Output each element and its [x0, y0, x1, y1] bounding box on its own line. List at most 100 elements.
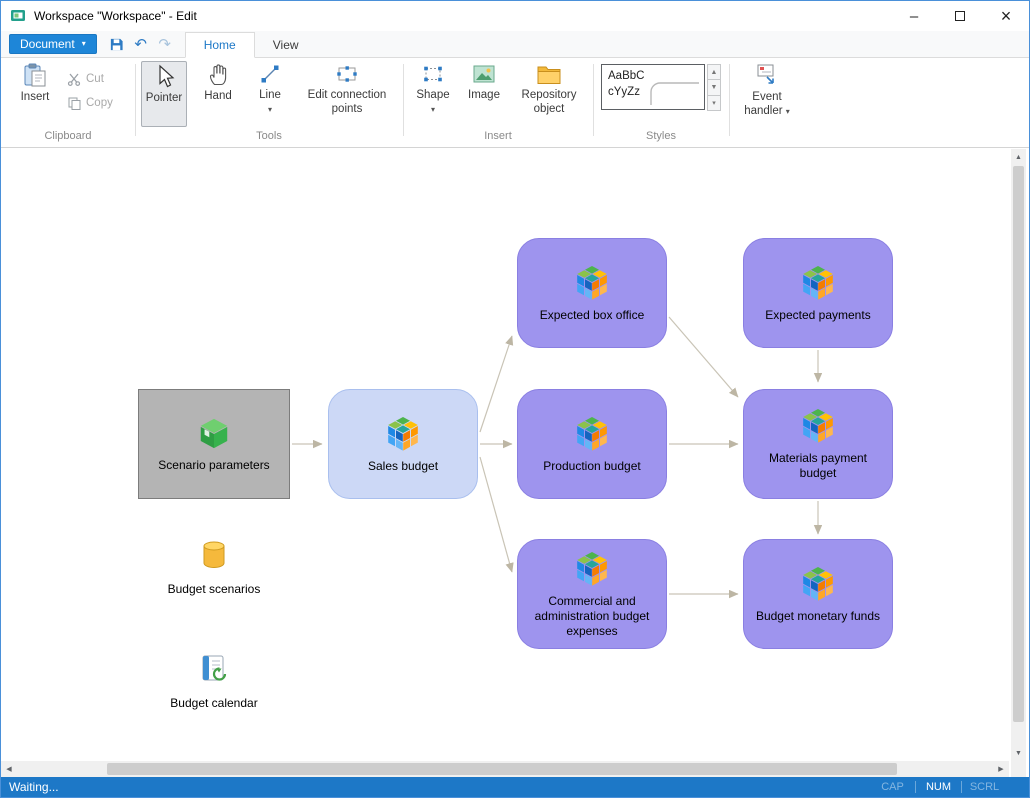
group-separator	[403, 64, 404, 136]
item-label: Budget scenarios	[168, 582, 261, 596]
group-separator	[593, 64, 594, 136]
group-label-clipboard: Clipboard	[1, 130, 135, 142]
title-bar: Workspace "Workspace" - Edit – ×	[1, 1, 1029, 31]
green-cube-icon	[197, 416, 231, 450]
node-label: Expected payments	[756, 308, 879, 323]
maximize-button[interactable]	[937, 1, 983, 31]
redo-button[interactable]: ↷	[155, 34, 175, 54]
maximize-icon	[955, 11, 965, 21]
item-label: Budget calendar	[170, 696, 257, 710]
hand-icon	[207, 62, 229, 87]
insert-paste-button[interactable]: Insert	[11, 62, 59, 126]
minimize-button[interactable]: –	[891, 1, 937, 31]
gallery-more-button[interactable]: ▾	[707, 95, 721, 111]
copy-icon	[67, 96, 81, 110]
node-label: Production budget	[534, 459, 649, 474]
app-icon	[10, 8, 26, 24]
scroll-left-button[interactable]: ◀	[1, 761, 17, 777]
group-label-tools: Tools	[135, 130, 403, 142]
tab-view[interactable]: View	[255, 32, 317, 58]
scrollbar-corner	[1011, 761, 1026, 777]
styles-gallery-spinner: ▲ ▼ ▾	[707, 64, 721, 110]
clipboard-icon	[22, 62, 48, 88]
calendar-icon	[199, 653, 229, 683]
folder-icon	[536, 62, 562, 86]
undo-icon: ↶	[134, 35, 147, 53]
node-label: Expected box office	[531, 308, 654, 323]
diagram-node-scenario-parameters[interactable]: Scenario parameters	[138, 389, 290, 499]
horizontal-scroll-thumb[interactable]	[107, 763, 897, 775]
gallery-down-button[interactable]: ▼	[707, 79, 721, 95]
status-message: Waiting...	[9, 780, 59, 794]
caps-lock-indicator: CAP	[870, 781, 915, 793]
diagram-node-budget-monetary-funds[interactable]: Budget monetary funds	[743, 539, 893, 649]
hand-tool-button[interactable]: Hand	[195, 62, 241, 126]
vertical-scroll-thumb[interactable]	[1013, 166, 1024, 722]
left-arrow-icon: ◀	[6, 765, 11, 773]
diagram-node-materials-payment-budget[interactable]: Materials payment budget	[743, 389, 893, 499]
scroll-right-button[interactable]: ▶	[993, 761, 1009, 777]
node-label: Scenario parameters	[149, 458, 278, 473]
image-button[interactable]: Image	[461, 62, 507, 126]
pointer-tool-button[interactable]: Pointer	[141, 61, 187, 127]
diagram-canvas[interactable]: Scenario parameters Sales budget Expecte…	[1, 149, 1009, 761]
chevron-down-icon: ▾	[786, 107, 790, 116]
cube-icon	[800, 565, 836, 601]
tab-home[interactable]: Home	[185, 32, 255, 58]
diagram-node-sales-budget[interactable]: Sales budget	[328, 389, 478, 499]
cube-icon	[800, 407, 836, 443]
shape-icon	[421, 62, 445, 86]
event-handler-button[interactable]: Event handler ▾	[735, 62, 799, 126]
group-label-insert: Insert	[403, 130, 593, 142]
scroll-up-button[interactable]: ▲	[1011, 149, 1026, 165]
style-preview-line1: AaBbC	[608, 69, 644, 85]
shape-button[interactable]: Shape ▾	[409, 62, 457, 126]
line-tool-button[interactable]: Line ▾	[247, 62, 293, 126]
node-label: Budget monetary funds	[747, 609, 889, 624]
cut-button[interactable]: Cut	[67, 72, 104, 86]
save-icon	[109, 37, 124, 52]
vertical-scrollbar[interactable]: ▲ ▼	[1011, 149, 1026, 761]
status-bar: Waiting... CAP NUM SCRL	[1, 777, 1029, 797]
copy-button[interactable]: Copy	[67, 96, 113, 110]
down-arrow-icon: ▼	[711, 84, 718, 91]
pointer-cursor-icon	[153, 64, 175, 89]
style-preview-line2: cYyZz	[608, 85, 644, 101]
connection-points-icon	[334, 62, 360, 86]
horizontal-scrollbar[interactable]: ◀ ▶	[1, 761, 1009, 777]
cube-icon	[574, 550, 610, 586]
diagram-node-commercial-admin-budget-expenses[interactable]: Commercial and administration budget exp…	[517, 539, 667, 649]
style-shape-preview	[649, 80, 701, 106]
scroll-lock-indicator: SCRL	[962, 781, 1007, 793]
cube-icon	[574, 264, 610, 300]
ribbon: Insert Cut Copy Clipboard Pointer	[1, 58, 1029, 148]
repository-object-button[interactable]: Repository object	[511, 62, 587, 126]
close-icon: ×	[1001, 7, 1012, 25]
diagram-node-expected-payments[interactable]: Expected payments	[743, 238, 893, 348]
node-label: Materials payment budget	[744, 451, 892, 481]
window-title: Workspace "Workspace" - Edit	[34, 9, 197, 23]
diagram-node-expected-box-office[interactable]: Expected box office	[517, 238, 667, 348]
node-label: Commercial and administration budget exp…	[518, 594, 666, 639]
close-button[interactable]: ×	[983, 1, 1029, 31]
scroll-down-button[interactable]: ▼	[1011, 745, 1026, 761]
cube-icon	[385, 415, 421, 451]
app-window: Workspace "Workspace" - Edit – × Documen…	[0, 0, 1030, 798]
chevron-down-icon: ▾	[82, 40, 86, 48]
group-label-styles: Styles	[593, 130, 729, 142]
styles-gallery[interactable]: AaBbC cYyZz	[601, 64, 705, 110]
edit-connection-points-button[interactable]: Edit connection points	[297, 62, 397, 126]
group-separator	[729, 64, 730, 136]
save-button[interactable]	[107, 34, 127, 54]
document-menu-button[interactable]: Document ▾	[9, 34, 97, 54]
diagram-item-budget-scenarios[interactable]: Budget scenarios	[147, 541, 281, 596]
diagram-item-budget-calendar[interactable]: Budget calendar	[147, 653, 281, 710]
gallery-more-icon: ▾	[712, 99, 716, 107]
down-arrow-icon: ▼	[1015, 750, 1022, 757]
diagram-node-production-budget[interactable]: Production budget	[517, 389, 667, 499]
gallery-up-button[interactable]: ▲	[707, 64, 721, 80]
num-lock-indicator: NUM	[916, 781, 961, 793]
cube-icon	[800, 264, 836, 300]
undo-button[interactable]: ↶	[131, 34, 151, 54]
event-handler-icon	[754, 62, 780, 88]
